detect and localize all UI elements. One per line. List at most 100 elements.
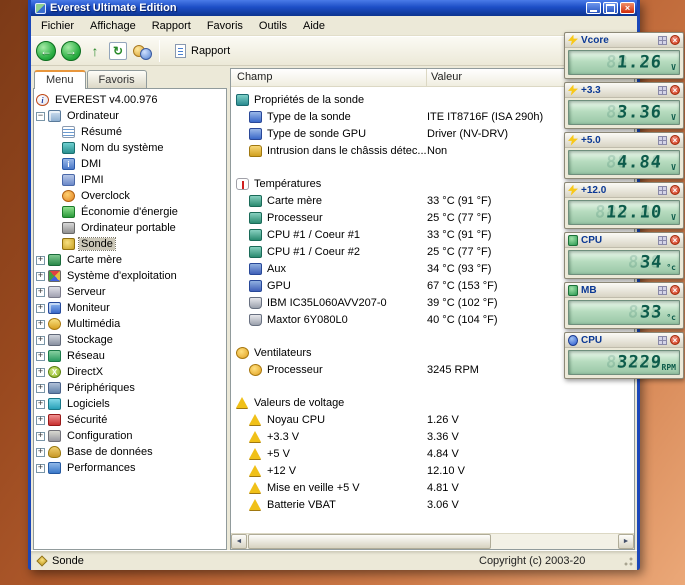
- tree-item-base-de-donnees[interactable]: +Base de données: [34, 444, 226, 460]
- refresh-button[interactable]: [109, 42, 127, 60]
- tree-item-securite[interactable]: +Sécurité: [34, 412, 226, 428]
- tree-item-peripheriques[interactable]: +Périphériques: [34, 380, 226, 396]
- tree-item-systeme-d-exploitation[interactable]: +Système d'exploitation: [34, 268, 226, 284]
- gadget-close-button[interactable]: ×: [670, 285, 680, 295]
- back-button[interactable]: [36, 41, 56, 61]
- tree-item-overclock[interactable]: Overclock: [34, 188, 226, 204]
- table-row[interactable]: Mise en veille +5 V4.81 V: [231, 479, 634, 496]
- tree-item-economie-d-energie[interactable]: Économie d'énergie: [34, 204, 226, 220]
- gadget-menu-button[interactable]: [658, 86, 667, 95]
- expand-icon[interactable]: +: [36, 368, 45, 377]
- collapse-icon[interactable]: −: [36, 112, 45, 121]
- tree-item-reseau[interactable]: +Réseau: [34, 348, 226, 364]
- maximize-button[interactable]: [603, 2, 618, 14]
- tree-item-dmi[interactable]: DMI: [34, 156, 226, 172]
- resize-grip[interactable]: [621, 554, 634, 567]
- tree-item-multimedia[interactable]: +Multimédia: [34, 316, 226, 332]
- gadget-header[interactable]: +12.0×: [565, 183, 683, 198]
- status-text: Sonde: [52, 555, 84, 567]
- expand-icon[interactable]: +: [36, 464, 45, 473]
- users-icon[interactable]: [132, 42, 152, 60]
- menu-item-affichage[interactable]: Affichage: [82, 17, 144, 35]
- tree-item-carte-mere[interactable]: +Carte mère: [34, 252, 226, 268]
- software-icon: [48, 398, 61, 410]
- gadget-close-button[interactable]: ×: [670, 85, 680, 95]
- expand-icon[interactable]: +: [36, 384, 45, 393]
- table-row[interactable]: +3.3 V3.36 V: [231, 428, 634, 445]
- tab-bar: Menu Favoris: [33, 68, 227, 89]
- expand-icon[interactable]: +: [36, 416, 45, 425]
- gadget-menu-button[interactable]: [658, 236, 667, 245]
- tree-item-stockage[interactable]: +Stockage: [34, 332, 226, 348]
- gadget-menu-button[interactable]: [658, 286, 667, 295]
- bolt-icon: [568, 85, 578, 96]
- tree-item-nom-du-systeme[interactable]: Nom du système: [34, 140, 226, 156]
- volt-icon: [249, 465, 261, 476]
- report-button[interactable]: Rapport: [167, 41, 238, 61]
- scroll-left-button[interactable]: [231, 534, 247, 549]
- close-button[interactable]: ×: [620, 2, 635, 14]
- gadget-close-button[interactable]: ×: [670, 35, 680, 45]
- tab-menu[interactable]: Menu: [34, 70, 86, 89]
- table-row-field: Mise en veille +5 V: [231, 482, 427, 494]
- tree-item-sonde[interactable]: Sonde: [34, 236, 226, 252]
- gadget-close-button[interactable]: ×: [670, 235, 680, 245]
- gadget-header[interactable]: +3.3×: [565, 83, 683, 98]
- gadget-menu-button[interactable]: [658, 36, 667, 45]
- gadget-menu-button[interactable]: [658, 336, 667, 345]
- tree-item-logiciels[interactable]: +Logiciels: [34, 396, 226, 412]
- forward-button[interactable]: [61, 41, 81, 61]
- table-row-label: Noyau CPU: [267, 414, 325, 426]
- gadget-header[interactable]: CPU×: [565, 233, 683, 248]
- expand-icon[interactable]: +: [36, 256, 45, 265]
- expand-icon[interactable]: +: [36, 288, 45, 297]
- gadget-menu-button[interactable]: [658, 136, 667, 145]
- expand-icon[interactable]: +: [36, 336, 45, 345]
- menu-item-rapport[interactable]: Rapport: [144, 17, 199, 35]
- gadget-menu-button[interactable]: [658, 186, 667, 195]
- tree-item-configuration[interactable]: +Configuration: [34, 428, 226, 444]
- table-row-label: Type de la sonde: [267, 111, 351, 123]
- table-row-field: Aux: [231, 263, 427, 275]
- expand-icon[interactable]: +: [36, 320, 45, 329]
- expand-icon[interactable]: +: [36, 352, 45, 361]
- table-row[interactable]: +5 V4.84 V: [231, 445, 634, 462]
- gadget-header[interactable]: +5.0×: [565, 133, 683, 148]
- scroll-right-button[interactable]: [618, 534, 634, 549]
- tree-item-everest-v4-00-976[interactable]: EVEREST v4.00.976: [34, 92, 226, 108]
- tree-item-serveur[interactable]: +Serveur: [34, 284, 226, 300]
- up-button[interactable]: [86, 42, 104, 60]
- expand-icon[interactable]: +: [36, 400, 45, 409]
- gadget-close-button[interactable]: ×: [670, 135, 680, 145]
- minimize-button[interactable]: [586, 2, 601, 14]
- menu-item-aide[interactable]: Aide: [295, 17, 333, 35]
- tree-item-ordinateur-portable[interactable]: Ordinateur portable: [34, 220, 226, 236]
- tree-item-directx[interactable]: +DirectX: [34, 364, 226, 380]
- scrollbar-track[interactable]: [247, 534, 618, 549]
- menu-item-fichier[interactable]: Fichier: [33, 17, 82, 35]
- horizontal-scrollbar[interactable]: [231, 533, 634, 549]
- tree-item-resume[interactable]: Résumé: [34, 124, 226, 140]
- expand-icon[interactable]: +: [36, 432, 45, 441]
- menu-item-outils[interactable]: Outils: [251, 17, 295, 35]
- scrollbar-thumb[interactable]: [248, 534, 491, 549]
- tree-item-ordinateur[interactable]: −Ordinateur: [34, 108, 226, 124]
- expand-icon[interactable]: +: [36, 448, 45, 457]
- gadget-header[interactable]: Vcore×: [565, 33, 683, 48]
- gadget-header[interactable]: MB×: [565, 283, 683, 298]
- menu-item-favoris[interactable]: Favoris: [199, 17, 251, 35]
- gadget-close-button[interactable]: ×: [670, 185, 680, 195]
- gadget-header[interactable]: CPU×: [565, 333, 683, 348]
- tree-item-performances[interactable]: +Performances: [34, 460, 226, 476]
- expand-icon[interactable]: +: [36, 272, 45, 281]
- title-bar[interactable]: Everest Ultimate Edition ×: [31, 0, 637, 16]
- tree-item-ipmi[interactable]: IPMI: [34, 172, 226, 188]
- table-row[interactable]: Noyau CPU1.26 V: [231, 411, 634, 428]
- expand-icon[interactable]: +: [36, 304, 45, 313]
- column-header-field[interactable]: Champ: [231, 69, 427, 86]
- table-row[interactable]: Batterie VBAT3.06 V: [231, 496, 634, 513]
- tab-favorites[interactable]: Favoris: [87, 70, 147, 89]
- tree-item-moniteur[interactable]: +Moniteur: [34, 300, 226, 316]
- gadget-close-button[interactable]: ×: [670, 335, 680, 345]
- table-row[interactable]: +12 V12.10 V: [231, 462, 634, 479]
